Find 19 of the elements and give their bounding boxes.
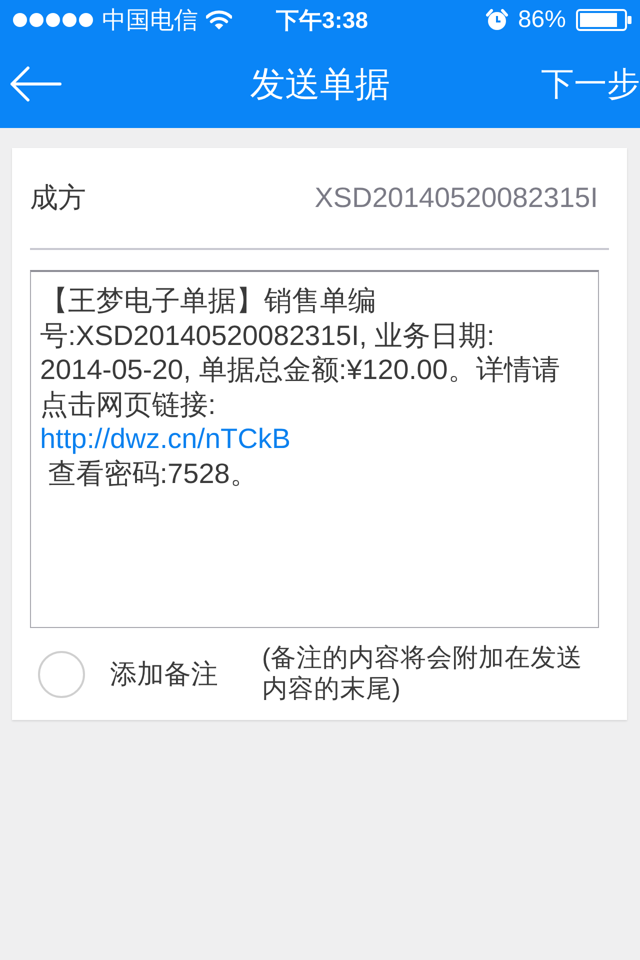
add-note-checkbox[interactable] [38, 650, 85, 698]
status-time: 下午3:38 [276, 6, 368, 34]
message-text: 【王梦电子单据】销售单编号:XSD20140520082315I, 业务日期: 2014-05-20, 单据总金额:¥120.00。详情请点击网页链接: http://dwz.cn/nTCkB 查看密码:7528。 [40, 284, 561, 490]
message-field[interactable]: 【王梦电子单据】销售单编号:XSD20140520082315I, 业务日期: 2014-05-20, 单据总金额:¥120.00。详情请点击网页链接: http://dwz.cn/nTCkB 查看密码:7528。 [30, 270, 599, 628]
wifi-icon [206, 10, 232, 30]
page-title: 发送单据 [250, 64, 390, 106]
note-hint: (备注的内容将会附加在发送内容的末尾) [262, 643, 584, 705]
carrier-name: 中国电信 [102, 6, 198, 36]
add-note-label: 添加备注 [110, 658, 218, 691]
battery-icon [576, 9, 632, 31]
recipient-name: 成方 [30, 181, 86, 215]
alarm-clock-icon [486, 9, 508, 31]
battery-percent: 86% [518, 6, 566, 34]
message-link[interactable]: http://dwz.cn/nTCkB [40, 422, 291, 456]
back-button[interactable] [10, 66, 62, 102]
signal-icon [12, 12, 94, 28]
back-arrow-icon [10, 66, 62, 102]
document-number: XSD20140520082315I [314, 182, 598, 214]
next-step-button[interactable]: 下一步 [541, 62, 640, 106]
